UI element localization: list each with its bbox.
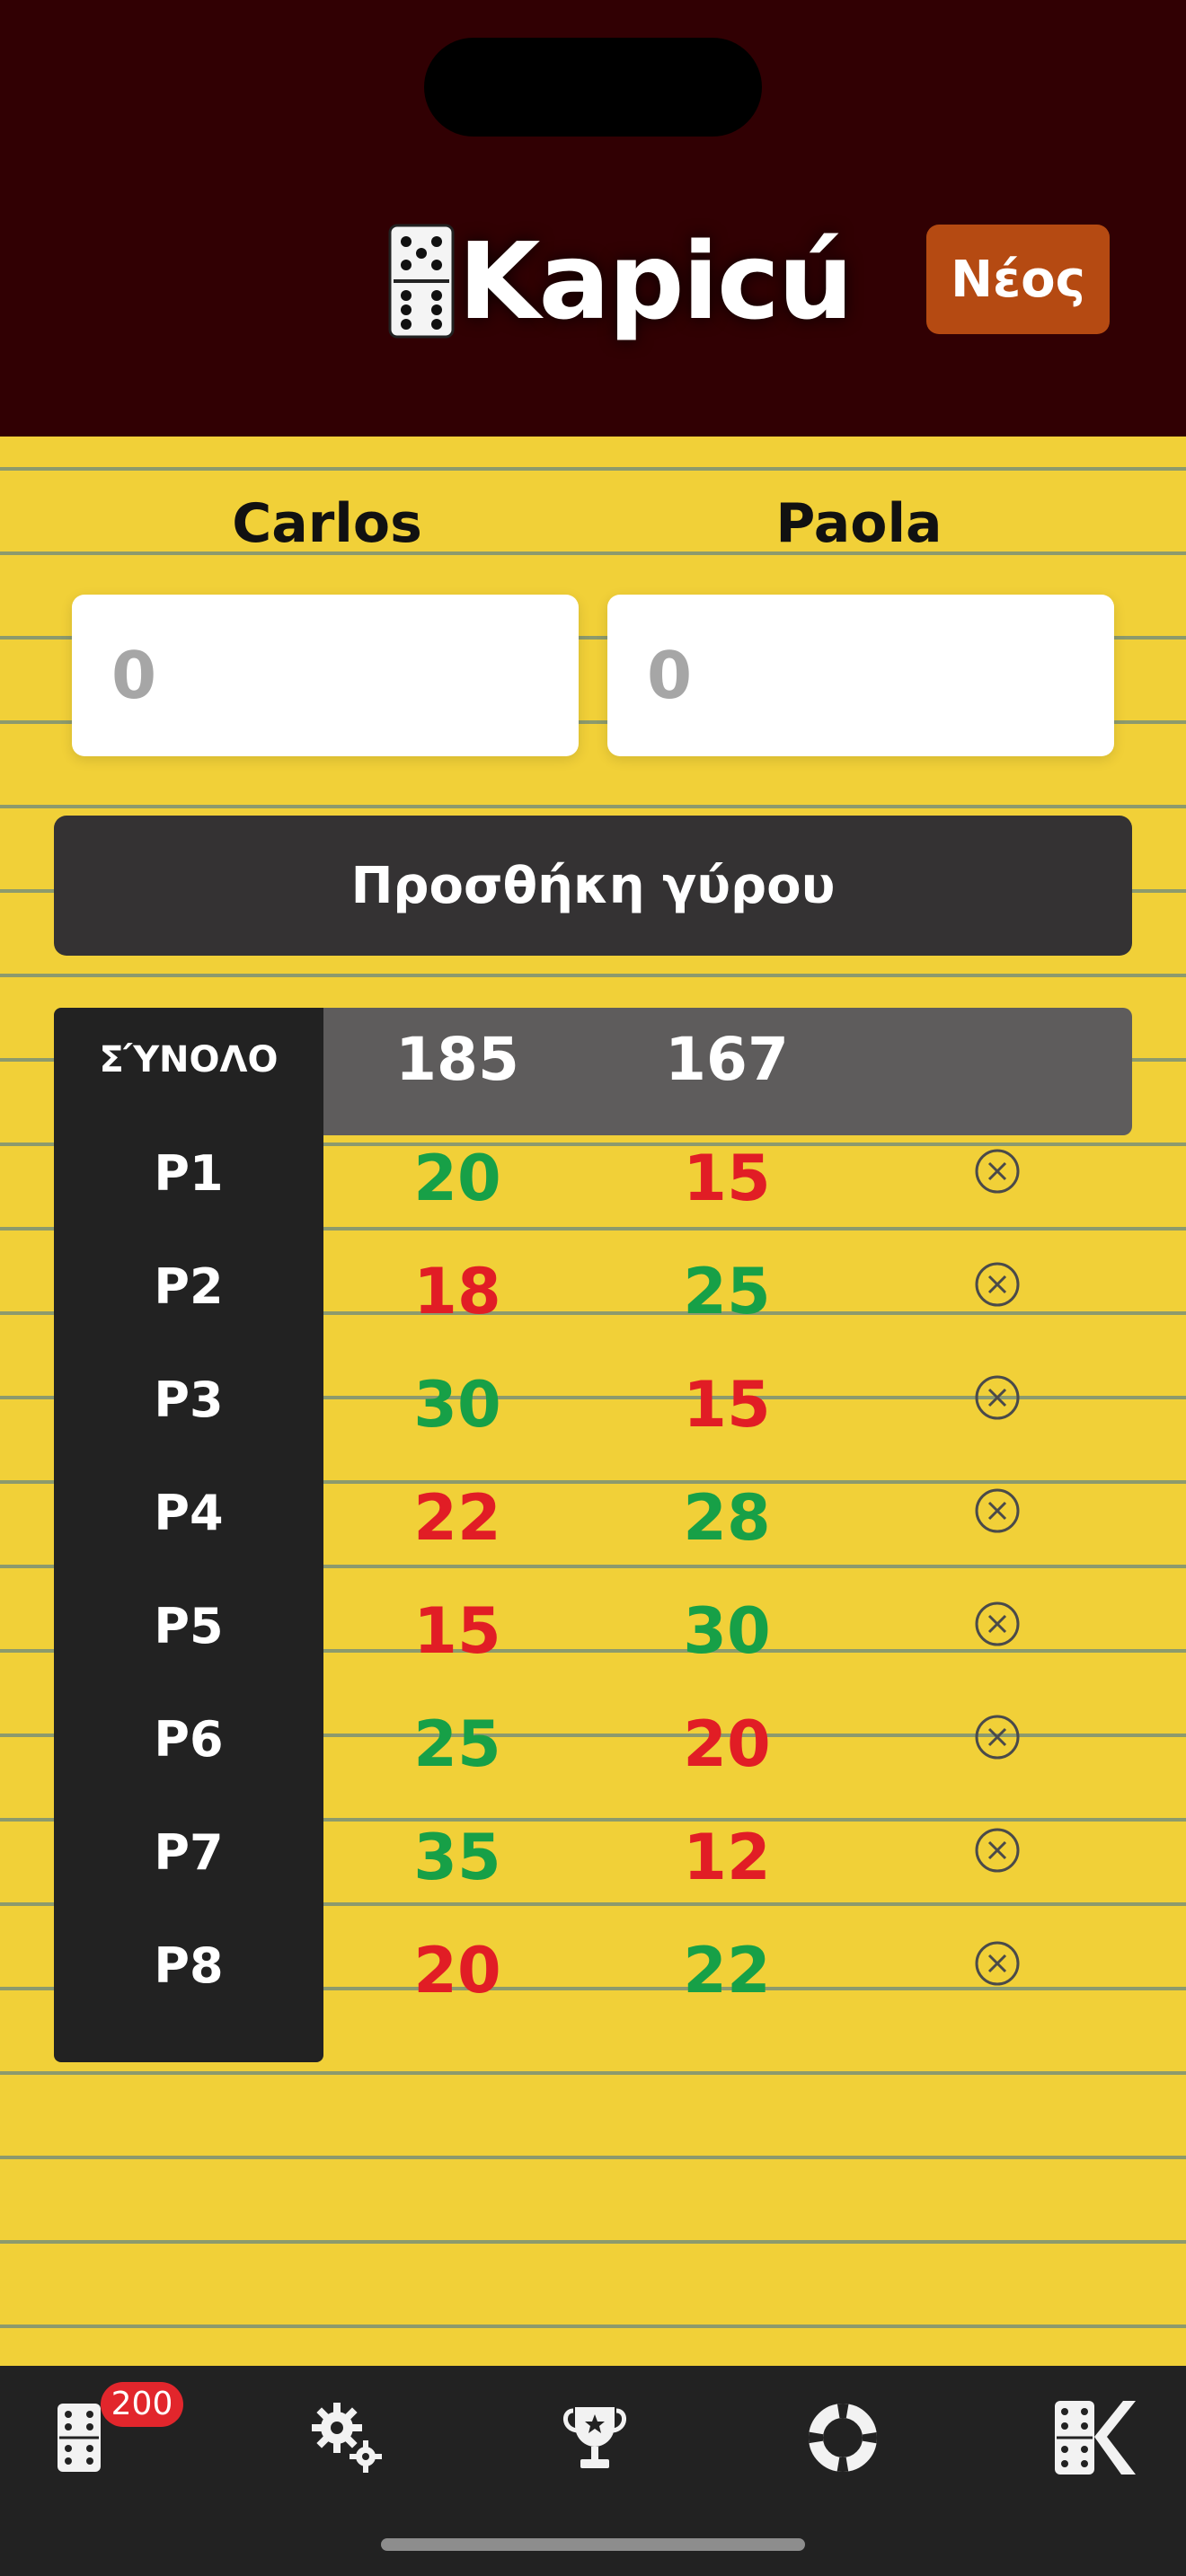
player-2-round-score: 15	[683, 1368, 771, 1442]
delete-round-button[interactable]	[974, 1487, 1021, 1534]
player-2-name: Paola	[775, 492, 943, 555]
player-1-round-score: 15	[413, 1594, 501, 1668]
player-2-round-score: 12	[683, 1821, 771, 1894]
lifebuoy-icon	[809, 2404, 877, 2472]
player-2-round-score: 28	[683, 1481, 771, 1555]
delete-round-button[interactable]	[974, 1940, 1021, 1987]
delete-round-button[interactable]	[974, 1261, 1021, 1308]
player-1-round-score: 22	[413, 1481, 501, 1555]
settings-gears-icon	[312, 2403, 382, 2473]
round-label: P4	[154, 1485, 224, 1541]
trophy-icon	[563, 2407, 626, 2468]
tab-help[interactable]	[789, 2384, 897, 2492]
close-circle-icon	[975, 1375, 1020, 1420]
new-game-button[interactable]: Νέος	[926, 225, 1110, 334]
coin-count-badge: 200	[101, 2382, 183, 2427]
delete-round-button[interactable]	[974, 1374, 1021, 1421]
delete-round-button[interactable]	[974, 1827, 1021, 1874]
delete-round-button[interactable]	[974, 1148, 1021, 1195]
player-2-round-score: 30	[683, 1594, 771, 1668]
round-label: P5	[154, 1598, 224, 1654]
round-label: P7	[154, 1824, 224, 1881]
kapicu-logo-icon	[1055, 2401, 1136, 2475]
player-1-round-score: 30	[413, 1368, 501, 1442]
domino-icon	[58, 2404, 101, 2472]
player-2-round-score: 20	[683, 1707, 771, 1781]
close-circle-icon	[975, 1828, 1020, 1873]
delete-round-button[interactable]	[974, 1601, 1021, 1647]
app-header: Kapicú Νέος	[0, 0, 1186, 437]
player-1-round-score: 25	[413, 1707, 501, 1781]
round-label: P3	[154, 1372, 224, 1428]
totals-label: ΣΎΝΟΛΟ	[99, 1039, 279, 1081]
player-1-score-input[interactable]	[72, 595, 579, 756]
home-indicator	[381, 2538, 805, 2551]
player-1-round-score: 20	[413, 1934, 501, 2007]
player-2-round-score: 25	[683, 1255, 771, 1328]
player-1-round-score: 35	[413, 1821, 501, 1894]
close-circle-icon	[975, 1941, 1020, 1986]
delete-round-button[interactable]	[974, 1714, 1021, 1760]
player-1-round-score: 20	[413, 1142, 501, 1215]
player-1-name: Carlos	[232, 492, 422, 555]
player-2-score-input[interactable]	[607, 595, 1114, 756]
dynamic-island	[424, 38, 762, 137]
round-label: P6	[154, 1711, 224, 1768]
player-1-round-score: 18	[413, 1255, 501, 1328]
close-circle-icon	[975, 1488, 1020, 1533]
close-circle-icon	[975, 1601, 1020, 1646]
player-2-total: 167	[665, 1025, 789, 1094]
tab-trophy[interactable]	[541, 2384, 649, 2492]
app-logo: Kapicú	[388, 205, 854, 357]
close-circle-icon	[975, 1715, 1020, 1760]
tab-settings[interactable]	[293, 2384, 401, 2492]
round-label: P8	[154, 1937, 224, 1994]
player-2-round-score: 15	[683, 1142, 771, 1215]
round-label: P2	[154, 1258, 224, 1315]
close-circle-icon	[975, 1262, 1020, 1307]
player-2-round-score: 22	[683, 1934, 771, 2007]
add-round-button[interactable]: Προσθήκη γύρου	[54, 816, 1132, 956]
close-circle-icon	[975, 1149, 1020, 1194]
player-1-total: 185	[395, 1025, 519, 1094]
logo-wordmark: Kapicú	[458, 219, 854, 343]
tab-kapicu[interactable]	[1040, 2384, 1148, 2492]
domino-logo-icon	[388, 224, 455, 339]
round-label: P1	[154, 1145, 224, 1202]
